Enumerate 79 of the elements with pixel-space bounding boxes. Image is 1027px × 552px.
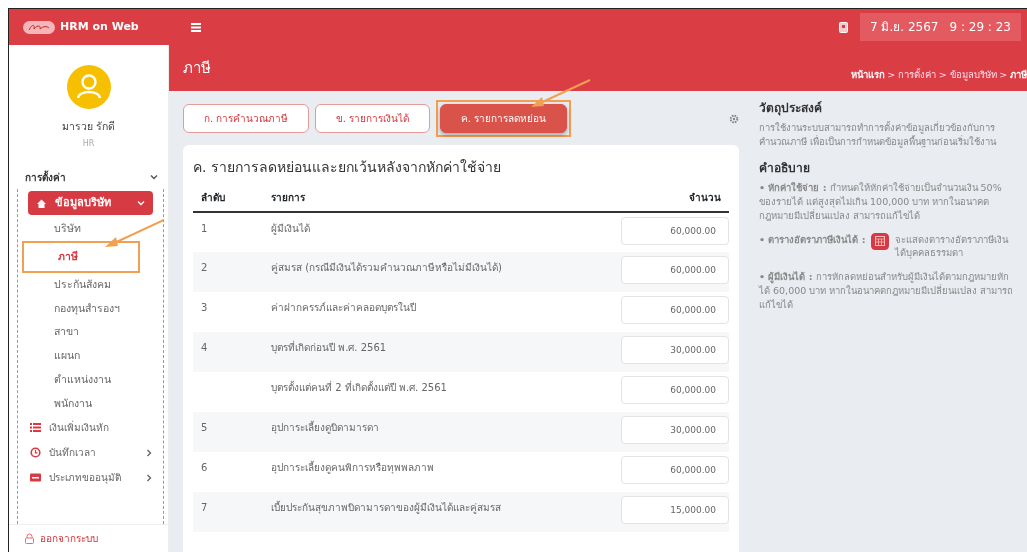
lock-icon bbox=[25, 533, 34, 544]
amount-field[interactable]: 60,000.00 bbox=[621, 296, 729, 324]
avatar-icon bbox=[66, 65, 111, 109]
list-icon bbox=[30, 422, 41, 434]
settings-icon[interactable] bbox=[729, 113, 739, 124]
chevron-icon bbox=[145, 473, 153, 482]
breadcrumb-item[interactable]: การตั้งค่า bbox=[898, 67, 937, 83]
date-text: 7 มิ.ย. 2567 bbox=[870, 19, 939, 36]
clock-icon bbox=[30, 447, 41, 459]
table-cell: เบี้ยประกันสุขภาพบิดามารดาของผู้มีเงินได้และคู่สมรส bbox=[263, 492, 588, 532]
home-icon bbox=[36, 197, 47, 209]
amount-field[interactable]: 60,000.00 bbox=[621, 217, 729, 245]
table-cell: ผู้มีเงินได้ bbox=[263, 212, 588, 252]
table-cell: บุตรตั้งแต่คนที่ 2 ที่เกิดตั้งแต่ปี พ.ศ. 2561 bbox=[263, 372, 588, 412]
sidebar-item[interactable]: พนักงาน bbox=[18, 391, 163, 416]
note-text: • หักค่าใช้จ่าย : กำหนดให้หักค่าใช้จ่ายเป็นจำนวนเงิน 50% ของรายได้ แต่สูงสุดไม่เกิน 100,000 บาท หากในอนาคตกฎหมายมีเปลี่ยนแปลง สามารถแก้ไขได้ bbox=[759, 181, 1003, 223]
sidebar-group[interactable]: เงินเพิ่มเงินหัก bbox=[18, 415, 163, 441]
note-text: • ผู้มีเงินได้ : การหักลดหย่อนสำหรับผู้มีเงินได้ตามกฎหมายหักได้ 60,000 บาท หากในอนาคตกฎหมายมีเปลี่ยนแปลง สามารถแก้ไขได้ bbox=[759, 270, 1015, 312]
note-term: • ตารางอัตราภาษีเงินได้ : bbox=[759, 232, 866, 247]
logo-icon bbox=[23, 20, 55, 34]
clock-text: 9 : 29 : 23 bbox=[949, 19, 1011, 36]
calendar-icon bbox=[875, 236, 885, 247]
card-title: ค. รายการลดหย่อนและยกเว้นหลังจากหักค่าใช้จ่าย bbox=[193, 158, 502, 177]
user-name: มารวย รักดี bbox=[61, 119, 116, 134]
amount-field[interactable]: 15,000.00 bbox=[621, 496, 729, 524]
table-button[interactable] bbox=[871, 232, 889, 250]
row-number: 2 bbox=[193, 252, 263, 292]
sidebar-group[interactable]: ข้อมูลบริษัท bbox=[28, 190, 153, 216]
app-name: HRM on Web bbox=[60, 18, 139, 35]
note-text: จะแสดงตารางอัตราภาษีเงินได้บุคคลธรรมดา bbox=[894, 232, 1009, 261]
amount-field[interactable]: 30,000.00 bbox=[621, 416, 729, 444]
tab[interactable]: ข. รายการเงินได้ bbox=[314, 104, 431, 133]
chevron-icon bbox=[137, 199, 145, 207]
sidebar-item[interactable]: บริษัท bbox=[18, 217, 163, 241]
amount-field[interactable]: 60,000.00 bbox=[621, 256, 729, 284]
book-icon[interactable] bbox=[839, 21, 849, 33]
row-number: 3 bbox=[193, 292, 263, 332]
section-heading: วัตถุประสงค์ bbox=[759, 101, 823, 116]
sidebar-item[interactable]: ภาษี bbox=[26, 245, 136, 269]
section-heading: คำอธิบาย bbox=[759, 160, 811, 176]
table-cell: บุตรที่เกิดก่อนปี พ.ศ. 2561 bbox=[263, 332, 588, 372]
sidebar-group[interactable]: บันทึกเวลา bbox=[18, 440, 163, 466]
table-cell: ค่าฝากครรภ์และค่าคลอดบุตรในปี bbox=[263, 292, 588, 332]
column-header: ลำดับ bbox=[193, 184, 263, 212]
table-cell: คู่สมรส (กรณีมีเงินได้รวมคำนวณภาษีหรือไม่มีเงินได้) bbox=[263, 252, 588, 292]
menu-icon[interactable] bbox=[191, 22, 201, 32]
sidebar-item[interactable]: สาขา bbox=[18, 320, 163, 344]
amount-field[interactable]: 30,000.00 bbox=[621, 336, 729, 364]
sidebar-group[interactable]: ประเภทขออนุมัติ bbox=[18, 465, 163, 491]
breadcrumb-separator: > bbox=[887, 67, 896, 82]
breadcrumb-separator: > bbox=[999, 67, 1008, 82]
breadcrumb-item: ภาษี bbox=[1010, 67, 1027, 82]
user-role: HR bbox=[82, 137, 95, 150]
column-header: รายการ bbox=[263, 184, 588, 212]
column-header: จำนวน bbox=[587, 184, 729, 212]
row-number: 5 bbox=[193, 412, 263, 452]
sidebar-item[interactable]: แผนก bbox=[18, 344, 163, 368]
row-number: 1 bbox=[193, 212, 263, 252]
purpose-text: การใช้งานระบบสามารถทำการตั้งค่าข้อมูลเกี่ยวข้องกับการคำนวณภาษี เพื่อเป็นการกำหนดข้อมูลพื้นฐานก่อนเริ่มใช้งาน bbox=[759, 121, 998, 149]
sidebar-item[interactable]: ตำแหน่งงาน bbox=[18, 367, 163, 392]
breadcrumb-item[interactable]: หน้าแรก bbox=[850, 67, 885, 83]
row-number: 7 bbox=[193, 492, 263, 532]
sidebar-item[interactable]: กองทุนสำรองฯ bbox=[18, 296, 163, 321]
chevron-icon bbox=[145, 448, 153, 457]
amount-field[interactable]: 60,000.00 bbox=[621, 376, 729, 404]
section-title[interactable]: การตั้งค่า bbox=[25, 169, 66, 185]
row-number: 4 bbox=[193, 332, 263, 372]
breadcrumb-item[interactable]: ข้อมูลบริษัท bbox=[949, 67, 997, 83]
amount-field[interactable]: 60,000.00 bbox=[621, 456, 729, 484]
sidebar-item[interactable]: ประกันสังคม bbox=[18, 272, 163, 297]
row-number: 6 bbox=[193, 452, 263, 492]
tab[interactable]: ค. รายการลดหย่อน bbox=[439, 104, 568, 133]
card-icon bbox=[30, 472, 41, 484]
logout-link[interactable]: ออกจากระบบ bbox=[39, 531, 98, 546]
page-title: ภาษี bbox=[183, 57, 211, 79]
breadcrumb-separator: > bbox=[938, 67, 947, 82]
table-cell: อุปการะเลี้ยงดูบิดามารดา bbox=[263, 412, 588, 452]
table-cell: อุปการะเลี้ยงดูคนพิการหรือทุพพลภาพ bbox=[263, 452, 588, 492]
tab[interactable]: ก. การคำนวณภาษี bbox=[183, 104, 310, 133]
